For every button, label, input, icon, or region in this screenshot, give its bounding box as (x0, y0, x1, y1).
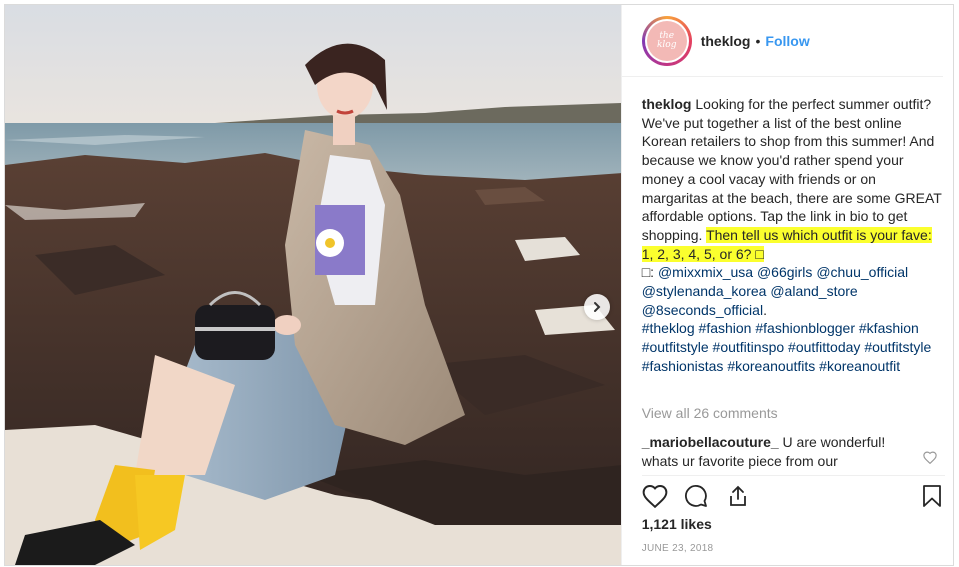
mention-link[interactable]: @mixxmix_usa (658, 264, 753, 280)
hashtag-link[interactable]: #fashion (699, 320, 752, 336)
post-header: the klog theklog • Follow (621, 5, 943, 77)
heart-icon[interactable] (642, 484, 668, 508)
likes-count[interactable]: 1,121 likes (642, 516, 712, 532)
chevron-right-icon (594, 302, 601, 312)
hashtag-link[interactable]: #outfittoday (788, 339, 860, 355)
mention-link[interactable]: @chuu_official (816, 264, 908, 280)
mention-link[interactable]: @66girls (757, 264, 812, 280)
hashtag-link[interactable]: #outfitstyle (864, 339, 931, 355)
header-separator: • (755, 32, 761, 49)
mention-link[interactable]: @8seconds_official (642, 302, 763, 318)
mentions-list: @mixxmix_usa @66girls @chuu_official @st… (642, 264, 908, 317)
share-icon[interactable] (726, 484, 750, 508)
hashtag-link[interactable]: #outfitinspo (713, 339, 785, 355)
avatar-logo: the klog (646, 20, 687, 61)
view-all-comments-link[interactable]: View all 26 comments (642, 405, 778, 421)
follow-button[interactable]: Follow (765, 33, 809, 49)
post-side-panel: the klog theklog • Follow theklog Looking… (620, 5, 953, 565)
comment-username[interactable]: _mariobellacouture_ (642, 434, 779, 450)
avatar[interactable]: the klog (641, 15, 692, 66)
action-bar (641, 475, 945, 513)
bookmark-icon[interactable] (922, 484, 942, 508)
hashtag-link[interactable]: #fashionblogger (755, 320, 855, 336)
comment-icon[interactable] (684, 484, 708, 508)
post-date[interactable]: JUNE 23, 2018 (642, 543, 714, 554)
hashtag-link[interactable]: #kfashion (859, 320, 919, 336)
mentions-prefix: □: (641, 264, 658, 281)
header-username[interactable]: theklog (701, 33, 751, 49)
instagram-post: the klog theklog • Follow theklog Looking… (4, 4, 954, 566)
mention-link[interactable]: @stylenanda_korea (642, 283, 767, 299)
next-photo-button[interactable] (584, 294, 610, 320)
mentions-suffix: . (763, 301, 767, 318)
caption-text: Looking for the perfect summer outfit? W… (641, 96, 942, 243)
hashtag-link[interactable]: #fashionistas (642, 358, 724, 374)
caption-username[interactable]: theklog (642, 96, 692, 112)
photo-illustration (5, 5, 621, 565)
hashtags-list: #theklog #fashion #fashionblogger #kfash… (642, 320, 932, 373)
mention-link[interactable]: @aland_store (770, 283, 857, 299)
post-caption: theklog Looking for the perfect summer o… (641, 95, 942, 376)
hashtag-link[interactable]: #koreanoutfits (727, 358, 815, 374)
post-photo[interactable] (5, 5, 621, 565)
hashtag-link[interactable]: #theklog (642, 320, 695, 336)
hashtag-link[interactable]: #outfitstyle (642, 339, 709, 355)
hashtag-link[interactable]: #koreanoutfit (819, 358, 900, 374)
comment-heart-icon[interactable] (922, 451, 937, 464)
comment-item: _mariobellacouture_ U are wonderful! wha… (642, 433, 912, 470)
